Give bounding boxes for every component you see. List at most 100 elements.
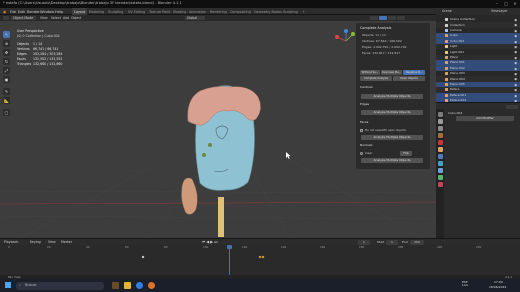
visibility-eye-icon[interactable]: ◉ <box>514 23 517 27</box>
maximize-icon[interactable]: □ <box>502 1 510 7</box>
flip-button[interactable]: Flip <box>400 151 412 156</box>
timeline-menu-playback[interactable]: Playback <box>4 240 18 244</box>
section-normals[interactable]: Normals <box>360 144 372 147</box>
faces-open-objects-option[interactable]: Do not use/with open objects <box>365 129 406 132</box>
visibility-eye-icon[interactable]: ◉ <box>514 88 517 92</box>
tab-compositing[interactable]: Compositing <box>228 8 253 15</box>
section-cardinal[interactable]: Cardinal <box>360 86 372 89</box>
tab-render-icon[interactable] <box>437 119 443 124</box>
tool-cursor-icon[interactable]: ⊕ <box>3 40 10 47</box>
menu-help[interactable]: Help <box>55 10 63 14</box>
shading-material-icon[interactable] <box>388 15 396 21</box>
tab-physics-icon[interactable] <box>437 168 443 173</box>
tab-data-icon[interactable] <box>437 175 443 180</box>
clock-time[interactable]: 17:09 <box>494 281 503 284</box>
tool-annotate-icon[interactable]: ✎ <box>3 88 10 95</box>
tab-rendering[interactable]: Rendering <box>208 8 229 15</box>
keyframe-marker[interactable] <box>141 255 145 259</box>
shading-solid-icon[interactable] <box>379 15 387 21</box>
blender-taskbar-icon[interactable] <box>148 282 155 289</box>
visibility-eye-icon[interactable]: ◉ <box>514 56 517 60</box>
analyze-edges-button[interactable]: Analyze Multiple Objects <box>361 110 423 115</box>
menu-window[interactable]: Window <box>40 10 54 14</box>
minimize-icon[interactable]: – <box>493 1 501 7</box>
visibility-eye-icon[interactable]: ◉ <box>514 40 517 44</box>
editor-type-icon[interactable] <box>3 15 9 21</box>
tool-rotate-icon[interactable]: ↻ <box>3 58 10 65</box>
tab-shading[interactable]: Shading <box>171 8 188 15</box>
panel-header[interactable]: Complete Analysis <box>360 26 391 30</box>
tool-select-icon[interactable]: ↖ <box>3 31 10 38</box>
properties-search-icon[interactable] <box>506 104 518 109</box>
shading-wireframe-icon[interactable] <box>370 15 378 21</box>
overview-button[interactable]: Overview Ma... <box>381 70 402 75</box>
transform-orientation-select[interactable]: Global <box>185 15 205 20</box>
tab-animation[interactable]: Animation <box>187 8 208 15</box>
visibility-eye-icon[interactable]: ◉ <box>514 61 517 65</box>
analyze-cardinal-button[interactable]: Analyze Multiple Objects <box>361 94 423 99</box>
open-objects-button[interactable]: Open Objects <box>393 76 425 81</box>
close-icon[interactable]: × <box>511 1 519 7</box>
visibility-eye-icon[interactable]: ◉ <box>514 18 517 22</box>
task-view-icon[interactable] <box>112 282 119 289</box>
tool-add-cube-icon[interactable]: ▢ <box>3 109 10 116</box>
visibility-eye-icon[interactable]: ◉ <box>514 45 517 49</box>
keyboard-language[interactable]: ESP LAA <box>462 281 472 287</box>
taskbar-search[interactable]: ⌕ Buscar <box>16 281 104 290</box>
tab-geometry-nodes[interactable]: Geometry Nodes <box>252 8 284 15</box>
menu-edit[interactable]: Edit <box>18 10 25 14</box>
keyframe-marker[interactable] <box>261 255 265 259</box>
viewport-menu-object[interactable]: Object <box>71 16 81 20</box>
shading-rendered-icon[interactable] <box>397 15 405 21</box>
normals-clear-radio[interactable] <box>360 152 363 155</box>
visibility-eye-icon[interactable]: ◉ <box>514 50 517 54</box>
tab-world-icon[interactable] <box>437 140 443 145</box>
tab-material-icon[interactable] <box>437 182 443 187</box>
tab-particles-icon[interactable] <box>437 161 443 166</box>
tool-measure-icon[interactable]: 📐 <box>3 97 10 104</box>
playback-controls-icon[interactable]: ⏮ ◀ ▶ ⏭ <box>202 240 217 245</box>
file-explorer-icon[interactable] <box>124 282 131 289</box>
timeline-menu-keying[interactable]: Keying <box>30 240 41 244</box>
visibility-eye-icon[interactable]: ◉ <box>514 67 517 71</box>
analyze-normals-button[interactable]: Analyze Multiple Objects <box>361 158 423 163</box>
tab-object-icon[interactable] <box>437 147 443 152</box>
tab-tool-icon[interactable] <box>437 112 443 117</box>
viewport-menu-add[interactable]: Add <box>63 16 69 20</box>
menu-render[interactable]: Render <box>27 10 40 14</box>
analyze-faces-button[interactable]: Analyze Multiple Objects <box>361 135 423 140</box>
viewport-menu-view[interactable]: View <box>40 16 48 20</box>
tool-move-icon[interactable]: ✥ <box>3 49 10 56</box>
browser-icon[interactable] <box>136 282 143 289</box>
negative-button[interactable]: Negative B... <box>403 70 425 75</box>
tab-uv-editing[interactable]: UV Editing <box>126 8 147 15</box>
menu-file[interactable]: File <box>10 10 16 14</box>
tab-modeling[interactable]: Modeling <box>87 8 106 15</box>
add-workspace-icon[interactable]: + <box>300 8 307 15</box>
view-layer-name[interactable]: ViewLayer <box>491 9 507 13</box>
timeline-menu-marker[interactable]: Marker <box>61 240 72 244</box>
complete-analysis-button[interactable]: Complete Analysis <box>360 76 392 81</box>
mode-selector[interactable]: Object Mode <box>11 15 36 20</box>
visibility-eye-icon[interactable]: ◉ <box>514 34 517 38</box>
visibility-eye-icon[interactable]: ◉ <box>514 77 517 81</box>
tool-scale-icon[interactable]: ⤢ <box>3 67 10 74</box>
windows-start-icon[interactable] <box>5 282 11 288</box>
section-faces[interactable]: Faces <box>360 121 368 124</box>
timeline-menu-view[interactable]: View <box>48 240 56 244</box>
visibility-eye-icon[interactable]: ◉ <box>514 72 517 76</box>
scene-name[interactable]: Scene <box>442 9 452 13</box>
section-edges[interactable]: Edges <box>360 103 369 106</box>
visibility-eye-icon[interactable]: ◉ <box>514 29 517 33</box>
tab-output-icon[interactable] <box>437 126 443 131</box>
faces-open-checkbox[interactable] <box>360 129 363 132</box>
clock-date[interactable]: 18/06/2024 <box>489 286 506 289</box>
tab-scripting[interactable]: Scripting <box>281 8 300 15</box>
viewport-menu-select[interactable]: Select <box>51 16 61 20</box>
tool-transform-icon[interactable]: ▣ <box>3 76 10 83</box>
visibility-eye-icon[interactable]: ◉ <box>514 83 517 87</box>
blender-logo-icon[interactable]: ◉ <box>3 10 6 14</box>
tab-sculpting[interactable]: Sculpting <box>106 8 125 15</box>
visibility-eye-icon[interactable]: ◉ <box>514 94 517 98</box>
timeline[interactable]: 0 20 40 60 80 100 120 140 160 180 200 220 240 <box>0 245 520 275</box>
